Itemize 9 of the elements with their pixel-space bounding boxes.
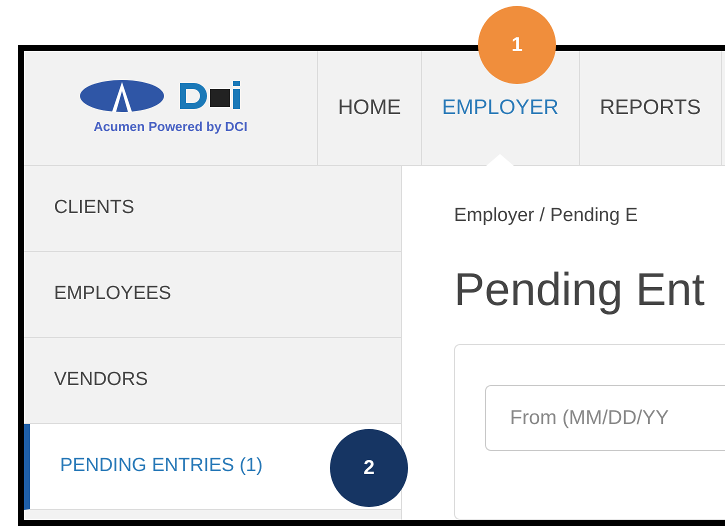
logo-tagline: Acumen Powered by DCI: [94, 118, 248, 136]
page-title: Pending Ent: [454, 262, 706, 316]
sidebar-item[interactable]: EMPLOYEES: [24, 252, 401, 338]
step-callout-tooltip: 1: [478, 6, 556, 84]
nav-tab[interactable]: HOME: [318, 51, 422, 165]
from-date-field[interactable]: From (MM/DD/YY: [485, 385, 725, 451]
nav-tab[interactable]: REPORTS: [580, 51, 722, 165]
sidebar-item[interactable]: CLIENTS: [24, 166, 401, 252]
breadcrumb: Employer / Pending E: [454, 204, 639, 228]
